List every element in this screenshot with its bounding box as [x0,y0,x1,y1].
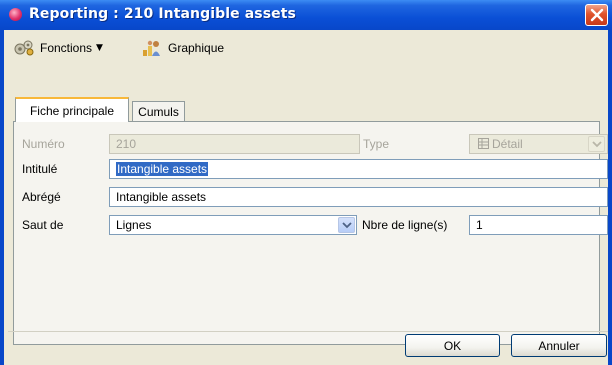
tab-label: Cumuls [138,105,179,119]
intitule-label: Intitulé [22,162,58,176]
chevron-down-icon: ▼ [96,43,103,53]
saut-value: Lignes [116,218,152,232]
abrege-field[interactable]: Intangible assets [109,187,608,207]
saut-select[interactable]: Lignes [109,215,357,235]
window-frame-right [608,30,612,365]
close-button[interactable] [585,4,608,26]
ok-button[interactable]: OK [405,334,500,357]
type-label: Type [363,137,390,151]
numero-field: 210 [109,134,360,154]
chart-people-icon [143,40,160,56]
type-dropdown-button [588,136,605,152]
app-icon [9,8,22,21]
nbre-label: Nbre de ligne(s) [362,218,448,232]
tab-fiche-principale[interactable]: Fiche principale [15,97,129,122]
intitule-value: Intangible assets [116,162,209,176]
ok-label: OK [443,338,462,353]
cancel-label: Annuler [538,338,580,353]
abrege-value: Intangible assets [116,190,207,204]
saut-label: Saut de [22,218,64,232]
nbre-value: 1 [476,218,483,232]
abrege-label: Abrégé [22,190,61,204]
fonctions-menu-button[interactable]: Fonctions ▼ [13,37,103,59]
intitule-field[interactable]: Intangible assets [109,159,608,179]
window-title: Reporting : 210 Intangible assets [29,6,296,22]
tab-cumuls[interactable]: Cumuls [132,101,185,122]
table-icon [478,138,489,149]
fonctions-label: Fonctions [40,41,93,55]
cancel-button[interactable]: Annuler [511,334,607,357]
nbre-field[interactable]: 1 [469,215,608,235]
chevron-down-icon [592,141,602,148]
title-bar[interactable]: Reporting : 210 Intangible assets [0,0,612,30]
divider [8,331,608,332]
numero-label: Numéro [22,137,65,151]
graphique-button[interactable]: Graphique [141,37,224,59]
gears-icon [14,40,34,56]
tab-label: Fiche principale [29,103,115,118]
type-value: Détail [492,137,523,151]
graphique-label: Graphique [168,41,225,55]
numero-value: 210 [116,137,137,151]
close-icon [590,8,604,22]
dialog-window: Reporting : 210 Intangible assets Foncti… [0,0,612,365]
chevron-down-icon [342,222,352,229]
toolbar: Fonctions ▼ Graphique [4,30,608,86]
saut-dropdown-button[interactable] [338,217,355,233]
